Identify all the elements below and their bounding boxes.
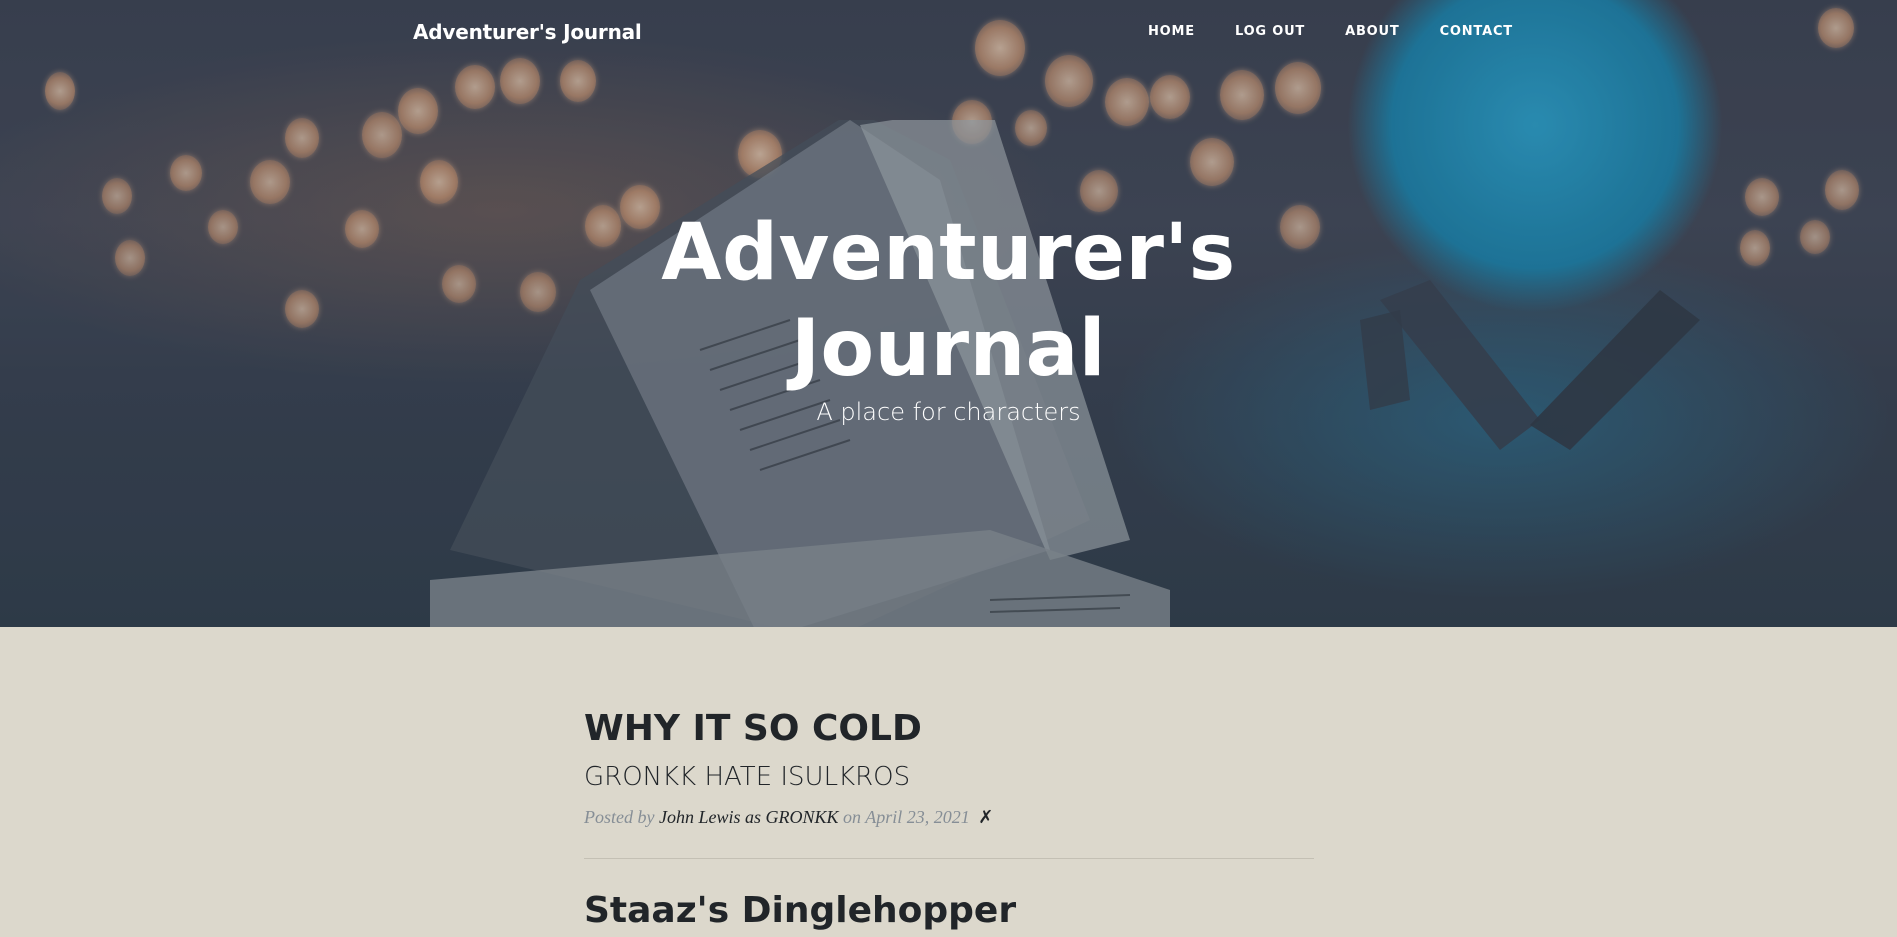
post-preview: WHY IT SO COLD GRONKK HATE ISULKROS Post…: [584, 705, 1314, 828]
post-date-prefix: on: [843, 807, 862, 827]
post-list: WHY IT SO COLD GRONKK HATE ISULKROS Post…: [584, 705, 1314, 935]
hero-subtitle: A place for characters: [816, 398, 1081, 426]
nav-about-link[interactable]: ABOUT: [1345, 24, 1399, 39]
brand-link[interactable]: Adventurer's Journal: [413, 20, 642, 44]
post-author-link[interactable]: John Lewis as GRONKK: [659, 807, 839, 827]
page: Adventurer's Journal HOME LOG OUT ABOUT …: [0, 0, 1897, 937]
post-subtitle: GRONKK HATE ISULKROS: [584, 762, 911, 792]
delete-post-icon[interactable]: ✗: [978, 807, 993, 827]
nav-contact-link[interactable]: CONTACT: [1440, 24, 1513, 39]
post-preview: Staaz's Dinglehopper: [584, 887, 1314, 935]
hero-title-line-2: Journal: [790, 304, 1106, 394]
hero-title-line-1: Adventurer's: [661, 208, 1236, 298]
post-title: WHY IT SO COLD: [584, 708, 922, 749]
hero-header: Adventurer's Journal HOME LOG OUT ABOUT …: [0, 0, 1897, 627]
post-title: Staaz's Dinglehopper: [584, 890, 1017, 931]
nav-logout-link[interactable]: LOG OUT: [1235, 24, 1305, 39]
hero-title: Adventurer's Journal: [0, 205, 1897, 397]
nav-home-link[interactable]: HOME: [1148, 24, 1195, 39]
nav-links: HOME LOG OUT ABOUT CONTACT: [1148, 24, 1513, 39]
post-link[interactable]: Staaz's Dinglehopper: [584, 887, 1314, 935]
post-divider: [584, 858, 1314, 859]
post-date: April 23, 2021: [865, 807, 970, 827]
post-link[interactable]: WHY IT SO COLD GRONKK HATE ISULKROS: [584, 705, 1314, 795]
post-meta: Posted by John Lewis as GRONKK on April …: [584, 807, 1314, 828]
post-meta-prefix: Posted by: [584, 807, 655, 827]
